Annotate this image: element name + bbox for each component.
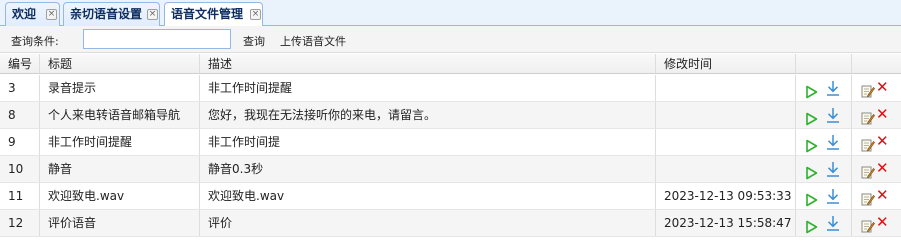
cell-playback-actions (796, 75, 852, 101)
tab-label: 亲切语音设置 (70, 7, 143, 21)
cell-manage-actions: ✕ (852, 129, 901, 155)
column-header-playback (796, 54, 852, 73)
cell-modified-time: 2023-12-13 15:58:47 (656, 210, 796, 236)
cell-description: 非工作时间提醒 (200, 75, 656, 101)
cell-playback-actions (796, 210, 852, 236)
download-icon[interactable] (825, 188, 841, 209)
cell-playback-actions (796, 183, 852, 209)
cell-description: 评价 (200, 210, 656, 236)
cell-manage-actions: ✕ (852, 210, 901, 236)
cell-title: 录音提示 (40, 75, 200, 101)
tab-label: 欢迎 (12, 7, 37, 21)
delete-icon[interactable]: ✕ (876, 215, 889, 230)
cell-title: 评价语音 (40, 210, 200, 236)
cell-manage-actions: ✕ (852, 75, 901, 101)
cell-modified-time (656, 156, 796, 182)
cell-modified-time (656, 102, 796, 128)
play-icon[interactable] (805, 82, 818, 101)
cell-playback-actions (796, 102, 852, 128)
cell-id: 8 (0, 102, 40, 128)
close-icon[interactable]: × (250, 9, 261, 20)
column-header-id[interactable]: 编号 (0, 54, 40, 73)
edit-icon[interactable] (861, 162, 875, 182)
cell-description: 您好，我现在无法接听你的来电，请留言。 (200, 102, 656, 128)
query-input[interactable] (83, 29, 231, 49)
play-icon[interactable] (805, 217, 818, 236)
play-icon[interactable] (805, 163, 818, 182)
edit-icon[interactable] (861, 108, 875, 128)
cell-title: 欢迎致电.wav (40, 183, 200, 209)
tab-bar: 欢迎 × 亲切语音设置 × 语音文件管理 × (0, 0, 901, 27)
play-icon[interactable] (805, 190, 818, 209)
edit-icon[interactable] (861, 216, 875, 236)
edit-icon[interactable] (861, 81, 875, 101)
cell-manage-actions: ✕ (852, 102, 901, 128)
close-icon[interactable]: × (147, 9, 158, 20)
cell-playback-actions (796, 156, 852, 182)
cell-manage-actions: ✕ (852, 156, 901, 182)
download-icon[interactable] (825, 215, 841, 236)
tab-welcome[interactable]: 欢迎 × (5, 2, 60, 26)
delete-icon[interactable]: ✕ (876, 188, 889, 203)
table-row[interactable]: 3 录音提示 非工作时间提醒 ✕ (0, 75, 901, 102)
cell-description: 静音0.3秒 (200, 156, 656, 182)
cell-modified-time (656, 129, 796, 155)
edit-icon[interactable] (861, 189, 875, 209)
download-icon[interactable] (825, 80, 841, 101)
cell-description: 欢迎致电.wav (200, 183, 656, 209)
close-icon[interactable]: × (46, 9, 57, 20)
tab-voice-settings[interactable]: 亲切语音设置 × (63, 2, 160, 26)
download-icon[interactable] (825, 134, 841, 155)
play-icon[interactable] (805, 136, 818, 155)
cell-title: 个人来电转语音邮箱导航 (40, 102, 200, 128)
cell-id: 12 (0, 210, 40, 236)
query-label: 查询条件: (11, 35, 59, 48)
delete-icon[interactable]: ✕ (876, 80, 889, 95)
cell-description: 非工作时间提 (200, 129, 656, 155)
cell-id: 9 (0, 129, 40, 155)
cell-title: 非工作时间提醒 (40, 129, 200, 155)
delete-icon[interactable]: ✕ (876, 161, 889, 176)
search-button[interactable]: 查询 (243, 33, 265, 49)
play-icon[interactable] (805, 109, 818, 128)
table-row[interactable]: 10 静音 静音0.3秒 ✕ (0, 156, 901, 183)
cell-modified-time (656, 75, 796, 101)
column-header-manage (852, 54, 901, 73)
table-row[interactable]: 12 评价语音 评价 2023-12-13 15:58:47 ✕ (0, 210, 901, 237)
delete-icon[interactable]: ✕ (876, 134, 889, 149)
table-row[interactable]: 11 欢迎致电.wav 欢迎致电.wav 2023-12-13 09:53:33 ✕ (0, 183, 901, 210)
table-header: 编号 标题 描述 修改时间 (0, 54, 901, 74)
cell-title: 静音 (40, 156, 200, 182)
download-icon[interactable] (825, 107, 841, 128)
cell-id: 10 (0, 156, 40, 182)
column-header-title[interactable]: 标题 (40, 54, 200, 73)
download-icon[interactable] (825, 161, 841, 182)
column-header-modified-time[interactable]: 修改时间 (656, 54, 796, 73)
tab-voice-files[interactable]: 语音文件管理 × (164, 2, 263, 27)
cell-playback-actions (796, 129, 852, 155)
column-header-description[interactable]: 描述 (200, 54, 656, 73)
search-toolbar: 查询条件: 查询 上传语音文件 (0, 26, 901, 53)
tab-label: 语音文件管理 (171, 7, 244, 21)
upload-voice-file-button[interactable]: 上传语音文件 (280, 33, 346, 49)
table-row[interactable]: 8 个人来电转语音邮箱导航 您好，我现在无法接听你的来电，请留言。 ✕ (0, 102, 901, 129)
delete-icon[interactable]: ✕ (876, 107, 889, 122)
cell-modified-time: 2023-12-13 09:53:33 (656, 183, 796, 209)
edit-icon[interactable] (861, 135, 875, 155)
table-row[interactable]: 9 非工作时间提醒 非工作时间提 ✕ (0, 129, 901, 156)
cell-id: 3 (0, 75, 40, 101)
cell-id: 11 (0, 183, 40, 209)
cell-manage-actions: ✕ (852, 183, 901, 209)
